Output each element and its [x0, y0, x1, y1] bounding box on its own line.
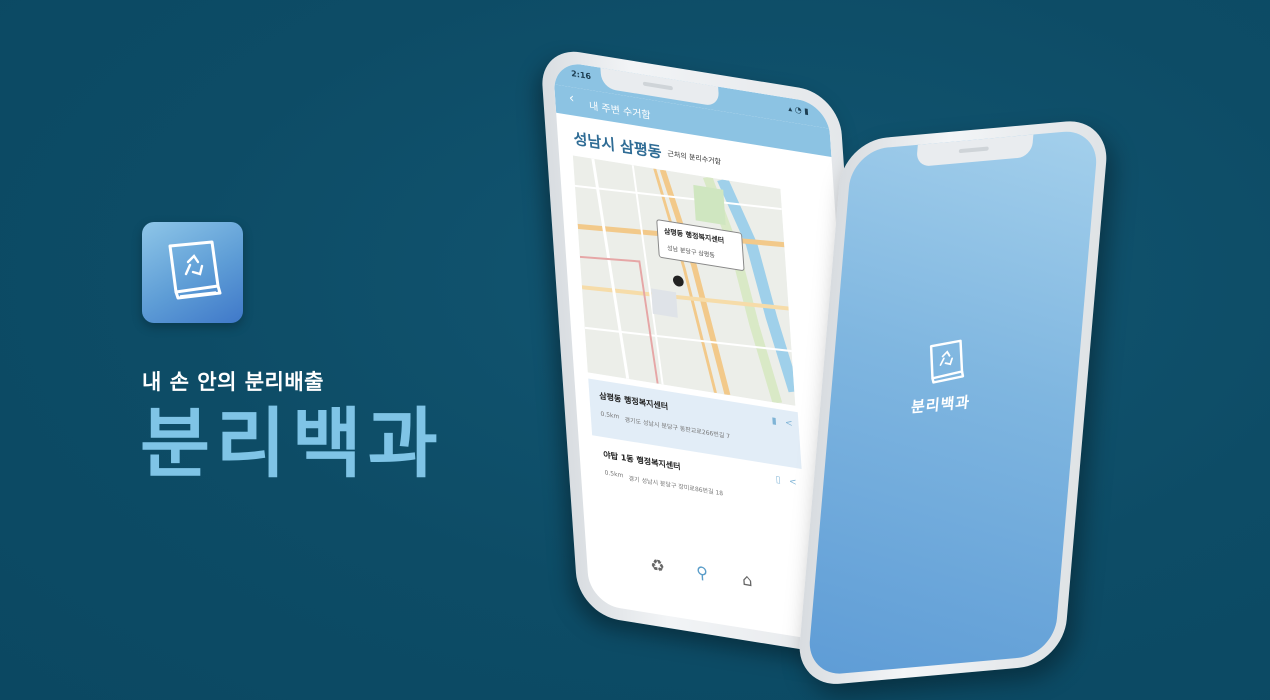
result-address: 경기 성남시 분당구 장미로86번길 18	[628, 475, 724, 498]
splash-app-name: 분리백과	[910, 393, 971, 417]
recycle-icon[interactable]: ♻	[650, 555, 666, 577]
bookmark-icon[interactable]: ▮	[771, 416, 777, 427]
home-icon[interactable]: ⌂	[741, 570, 752, 591]
result-distance: 0.5km	[600, 410, 620, 421]
result-distance: 0.5km	[604, 469, 624, 480]
result-address: 경기도 성남시 분당구 동판교로266번길 7	[624, 416, 731, 441]
recycle-book-icon	[168, 240, 222, 300]
app-icon	[142, 222, 243, 323]
result-name: 야탑 1동 행정복지센터	[603, 450, 681, 472]
status-icons: ▴ ◔ ▮	[787, 103, 809, 117]
splash-screen: 분리백과	[806, 128, 1100, 677]
tagline: 내 손 안의 분리배출	[142, 370, 324, 394]
location-person-icon[interactable]: ⚲	[696, 562, 709, 583]
share-icon[interactable]: <	[785, 418, 793, 429]
result-name: 삼평동 행정복지센터	[598, 391, 669, 412]
chevron-left-icon[interactable]: ‹	[568, 91, 574, 107]
location-subtitle: 근처의 분리수거함	[667, 149, 722, 167]
map-pin-icon[interactable]: ●	[672, 272, 685, 290]
nav-title: 내 주변 수거함	[588, 100, 652, 122]
promo-stage: 내 손 안의 분리배출 분리백과 2:16 ▴ ◔ ▮ ‹ 내 주변 수거함 성…	[0, 0, 1270, 700]
brand-title: 분리백과	[140, 399, 444, 488]
share-icon[interactable]: <	[789, 477, 797, 488]
callout-address: 성남 분당구 삼평동	[666, 244, 716, 260]
recycle-book-icon	[929, 339, 965, 384]
phone-splash: 분리백과	[795, 107, 1110, 688]
status-time: 2:16	[570, 68, 592, 82]
bookmark-icon[interactable]: ▯	[775, 475, 781, 486]
map-view[interactable]: 삼평동 행정복지센터 성남 분당구 삼평동 ●	[572, 155, 796, 406]
